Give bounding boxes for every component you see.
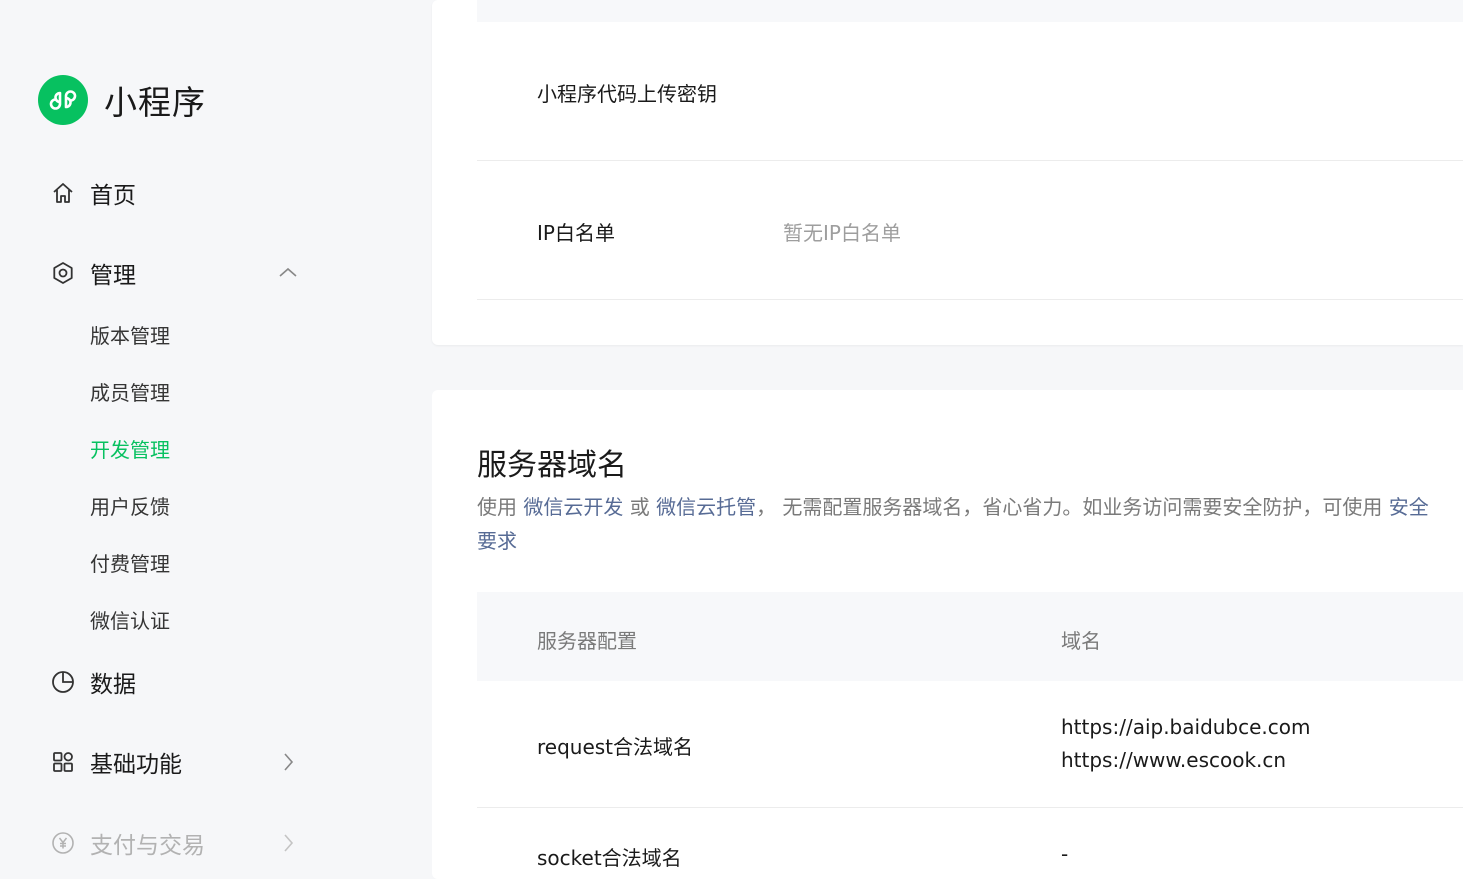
sidebar: 小程序 首页 管理 版本管理 成员管理 开发管理 用户反馈 付费管理 微信认证 … — [0, 0, 432, 879]
chevron-up-icon[interactable] — [276, 261, 300, 285]
server-domain-card: 服务器域名 使用 微信云开发 或 微信云托管， 无需配置服务器域名，省心省力。如… — [432, 390, 1463, 879]
row-label: IP白名单 — [537, 221, 615, 245]
desc-text: 使用 — [477, 495, 524, 519]
column-header-config: 服务器配置 — [537, 629, 637, 653]
desc-text: 或 — [623, 495, 657, 519]
home-icon — [50, 180, 76, 206]
chevron-right-icon[interactable] — [276, 831, 300, 855]
pie-chart-icon — [50, 669, 76, 695]
sidebar-item-label: 基础功能 — [90, 752, 182, 778]
domain-list: - — [1061, 838, 1068, 871]
sidebar-subitem-wechat-verify[interactable]: 微信认证 — [90, 604, 170, 634]
dev-settings-card: 小程序代码上传密钥 IP白名单 暂无IP白名单 — [432, 0, 1463, 345]
sidebar-subitem-members[interactable]: 成员管理 — [90, 376, 170, 406]
config-name: socket合法域名 — [537, 846, 682, 870]
table-row: socket合法域名 - — [477, 808, 1463, 879]
sidebar-subitem-feedback[interactable]: 用户反馈 — [90, 490, 170, 520]
miniprogram-logo-icon — [38, 75, 88, 125]
sidebar-item-label: 首页 — [90, 183, 136, 209]
cloud-dev-link[interactable]: 微信云开发 — [523, 495, 623, 519]
sidebar-item-label: 管理 — [90, 263, 136, 289]
row-label: 小程序代码上传密钥 — [537, 82, 717, 106]
settings-icon — [50, 260, 76, 286]
yuan-icon — [50, 830, 76, 856]
section-title: 服务器域名 — [477, 448, 627, 483]
sidebar-subitem-payment-manage[interactable]: 付费管理 — [90, 547, 170, 577]
sidebar-item-payment[interactable]: 支付与交易 — [50, 823, 310, 863]
row-header-strip — [477, 0, 1463, 22]
sidebar-item-basic-features[interactable]: 基础功能 — [50, 742, 310, 782]
app-title: 小程序 — [104, 83, 206, 122]
sidebar-item-label: 数据 — [90, 672, 136, 698]
sidebar-item-manage[interactable]: 管理 — [50, 253, 310, 293]
domain-table-header: 服务器配置 域名 — [477, 592, 1463, 681]
domain-value: https://www.escook.cn — [1061, 748, 1287, 772]
settings-row-upload-key: 小程序代码上传密钥 — [477, 22, 1463, 161]
cloud-hosting-link[interactable]: 微信云托管 — [656, 495, 756, 519]
chevron-right-icon[interactable] — [276, 750, 300, 774]
sidebar-subitem-version[interactable]: 版本管理 — [90, 319, 170, 349]
section-description: 使用 微信云开发 或 微信云托管， 无需配置服务器域名，省心省力。如业务访问需要… — [477, 490, 1463, 558]
grid-icon — [50, 749, 76, 775]
sidebar-subitem-development[interactable]: 开发管理 — [90, 433, 170, 463]
table-row: request合法域名 https://aip.baidubce.com htt… — [477, 681, 1463, 808]
domain-value: - — [1061, 842, 1069, 866]
domain-value: https://aip.baidubce.com — [1061, 715, 1311, 739]
domain-list: https://aip.baidubce.com https://www.esc… — [1061, 711, 1311, 777]
row-value: 暂无IP白名单 — [783, 221, 901, 245]
app-logo[interactable]: 小程序 — [38, 75, 206, 125]
requirements-link[interactable]: 要求 — [477, 524, 1463, 558]
sidebar-item-home[interactable]: 首页 — [50, 173, 310, 213]
sidebar-item-label: 支付与交易 — [90, 833, 205, 859]
sidebar-item-data[interactable]: 数据 — [50, 662, 310, 702]
config-name: request合法域名 — [537, 735, 694, 759]
desc-text: ， 无需配置服务器域名，省心省力。如业务访问需要安全防护，可使用 — [756, 495, 1389, 519]
settings-row-ip-whitelist: IP白名单 暂无IP白名单 — [477, 161, 1463, 300]
security-link[interactable]: 安全 — [1389, 495, 1429, 519]
column-header-domain: 域名 — [1061, 629, 1101, 653]
